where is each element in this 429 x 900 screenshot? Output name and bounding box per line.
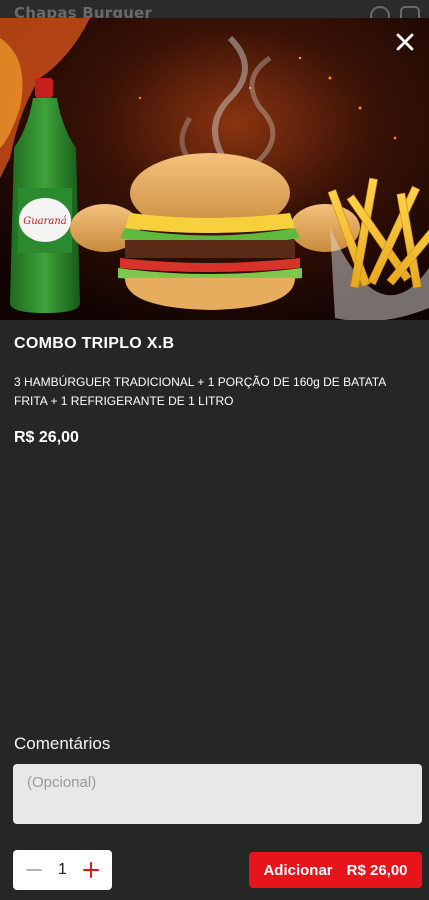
product-modal: Guaraná COMBO TRIPLO X.B 3 HAMBÚRGUER TR… <box>0 18 429 900</box>
svg-text:Guaraná: Guaraná <box>23 216 67 227</box>
instagram-icon[interactable] <box>400 6 420 18</box>
increase-quantity-button[interactable] <box>80 859 102 881</box>
quantity-stepper: 1 <box>13 850 112 890</box>
comments-label: Comentários <box>14 734 111 753</box>
close-button[interactable] <box>393 30 417 54</box>
whatsapp-icon[interactable] <box>370 6 390 18</box>
product-name: COMBO TRIPLO X.B <box>14 335 175 352</box>
product-image: Guaraná <box>0 18 429 320</box>
product-description: 3 HAMBÚRGUER TRADICIONAL + 1 PORÇÃO DE 1… <box>14 375 386 408</box>
add-button-label: Adicionar <box>263 861 333 879</box>
background-store-title: Chapas Burguer <box>14 4 153 18</box>
quantity-value: 1 <box>58 861 67 878</box>
add-button-price: R$ 26,00 <box>346 861 408 879</box>
close-icon <box>396 33 414 51</box>
background-header: Chapas Burguer <box>0 0 429 18</box>
product-image-illustration: Guaraná <box>0 18 429 320</box>
comments-input[interactable] <box>13 764 422 824</box>
plus-icon <box>83 862 99 878</box>
minus-icon <box>26 869 42 871</box>
product-price: R$ 26,00 <box>14 429 79 446</box>
add-to-cart-button[interactable]: Adicionar R$ 26,00 <box>249 852 422 888</box>
decrease-quantity-button[interactable] <box>23 859 45 881</box>
